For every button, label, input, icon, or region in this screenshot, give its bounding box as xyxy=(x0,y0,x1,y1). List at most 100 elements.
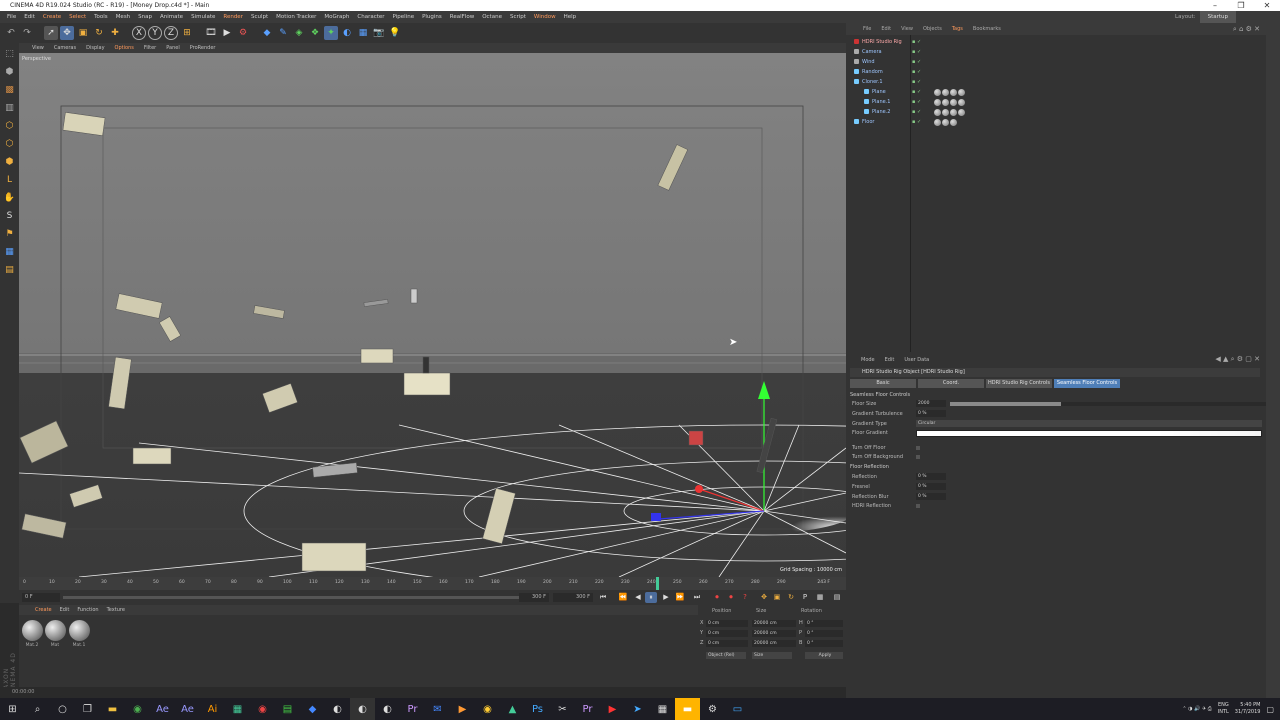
material-tag-icon[interactable] xyxy=(942,89,949,96)
material-menu-texture[interactable]: Texture xyxy=(103,607,129,613)
planar-workplane-icon[interactable]: ▤ xyxy=(3,263,16,276)
object-visibility-flags[interactable]: ▪ ✓ xyxy=(912,68,921,77)
attribute-menu-mode[interactable]: Mode xyxy=(856,357,880,363)
menu-item-snap[interactable]: Snap xyxy=(134,11,156,23)
chrome-alt-icon[interactable]: ◉ xyxy=(475,698,500,720)
tab-basic[interactable]: Basic xyxy=(850,379,916,388)
key-rotation-icon[interactable]: ↻ xyxy=(785,592,797,603)
edges-mode-icon[interactable]: ⬡ xyxy=(3,137,16,150)
object-search-icons[interactable]: ⌕ ⌂ ⚙ ✕ xyxy=(1233,25,1260,34)
viewport-menu-cameras[interactable]: Cameras xyxy=(49,45,81,51)
array-icon[interactable]: ❖ xyxy=(308,26,322,40)
render-picture-viewer-icon[interactable]: ▶ xyxy=(220,26,234,40)
material-tag-icon[interactable] xyxy=(934,99,941,106)
end-frame-field[interactable]: 300 F xyxy=(553,593,593,602)
subdivision-icon[interactable]: ◈ xyxy=(292,26,306,40)
object-menu-tags[interactable]: Tags xyxy=(947,26,968,32)
camera-icon[interactable]: 📷 xyxy=(372,26,386,40)
next-key-icon[interactable]: ⏩ xyxy=(674,592,686,603)
menu-item-realflow[interactable]: RealFlow xyxy=(446,11,478,23)
settings-icon[interactable]: ⚙ xyxy=(700,698,725,720)
object-menu-edit[interactable]: Edit xyxy=(876,26,896,32)
language-indicator[interactable]: ENG INTL xyxy=(1218,702,1229,716)
cinema4d-alt-icon[interactable]: ◐ xyxy=(375,698,400,720)
cinema4d-active-icon[interactable]: ◐ xyxy=(350,698,375,720)
polygons-mode-icon[interactable]: ⬢ xyxy=(3,155,16,168)
outlook-icon[interactable]: ✉ xyxy=(425,698,450,720)
folder-active-icon[interactable]: ▬ xyxy=(675,698,700,720)
layout-selector[interactable]: Layout: Startup xyxy=(1175,11,1236,23)
object-menu-objects[interactable]: Objects xyxy=(918,26,947,32)
viewport-menu-display[interactable]: Display xyxy=(81,45,109,51)
object-tags[interactable] xyxy=(934,99,965,106)
coord-mode-dropdown[interactable]: Object (Rel) xyxy=(706,652,746,659)
material-tag-icon[interactable] xyxy=(942,99,949,106)
search-icon[interactable]: ⌕ xyxy=(25,698,50,720)
material-tag-icon[interactable] xyxy=(934,119,941,126)
clock[interactable]: 5:40 PM 31/7/2019 xyxy=(1235,702,1261,716)
menu-item-script[interactable]: Script xyxy=(506,11,530,23)
chrome-icon[interactable]: ◉ xyxy=(125,698,150,720)
calculator-icon[interactable]: ▦ xyxy=(650,698,675,720)
reflection-blur-field[interactable]: 0 % xyxy=(916,493,946,500)
telegram-icon[interactable]: ➤ xyxy=(625,698,650,720)
previous-key-icon[interactable]: ⏪ xyxy=(617,592,629,603)
menu-item-select[interactable]: Select xyxy=(65,11,90,23)
window-icon[interactable]: ▭ xyxy=(725,698,750,720)
scale-icon[interactable]: ▣ xyxy=(76,26,90,40)
cube-icon[interactable]: ◆ xyxy=(260,26,274,40)
viewport-menu-prorender[interactable]: ProRender xyxy=(185,45,221,51)
workplane-icon[interactable]: ▥ xyxy=(3,101,16,114)
apply-button[interactable]: Apply xyxy=(805,652,843,659)
material-tag-icon[interactable] xyxy=(934,89,941,96)
position-x-field[interactable]: 0 cm xyxy=(706,620,748,627)
rotate-icon[interactable]: ↻ xyxy=(92,26,106,40)
floor-size-field[interactable]: 2000 xyxy=(916,400,946,407)
viewport-perspective[interactable]: Perspective ✥ ⇕ ⟲ ▢ ➤ Grid Spacing : 100… xyxy=(19,53,846,577)
object-tags[interactable] xyxy=(934,109,965,116)
object-visibility-flags[interactable]: ▪ ✓ xyxy=(912,108,921,117)
keyframe-selection-icon[interactable]: ? xyxy=(739,592,751,603)
object-visibility-flags[interactable]: ▪ ✓ xyxy=(912,48,921,57)
live-select-icon[interactable]: ➚ xyxy=(44,26,58,40)
rotation-p-field[interactable]: 0 ° xyxy=(805,630,843,637)
start-frame-field[interactable]: 0 F xyxy=(22,593,60,602)
task-view-icon[interactable]: ❐ xyxy=(75,698,100,720)
object-menu-bookmarks[interactable]: Bookmarks xyxy=(968,26,1006,32)
menu-item-mograph[interactable]: MoGraph xyxy=(320,11,353,23)
timeline-playhead[interactable] xyxy=(656,577,659,590)
reflection-field[interactable]: 0 % xyxy=(916,473,946,480)
size-z-field[interactable]: 20000 cm xyxy=(752,640,796,647)
key-scale-icon[interactable]: ▣ xyxy=(771,592,783,603)
z-axis-icon[interactable]: Z xyxy=(164,26,178,40)
illustrator-icon[interactable]: Ai xyxy=(200,698,225,720)
light-icon[interactable]: 💡 xyxy=(388,26,402,40)
turn-off-floor-checkbox[interactable] xyxy=(916,446,920,450)
object-menu-view[interactable]: View xyxy=(896,26,918,32)
make-editable-icon[interactable]: ⬚ xyxy=(3,47,16,60)
pause-icon[interactable]: ⏸ xyxy=(645,592,657,603)
menu-item-window[interactable]: Window xyxy=(530,11,560,23)
app-icon[interactable]: ▦ xyxy=(225,698,250,720)
timeline-ruler[interactable]: 243 F 0 10 20 30 40 50 60 70 80 90 100 110 120 130 140… xyxy=(19,577,846,590)
notification-icon[interactable]: ▢ xyxy=(1266,705,1274,714)
menu-item-edit[interactable]: Edit xyxy=(20,11,39,23)
start-icon[interactable]: ⊞ xyxy=(0,698,25,720)
object-row[interactable]: Camera xyxy=(854,48,882,57)
media-icon[interactable]: ◆ xyxy=(300,698,325,720)
file-explorer-icon[interactable]: ▬ xyxy=(100,698,125,720)
undo-icon[interactable]: ↶ xyxy=(4,26,18,40)
environment-icon[interactable]: ◐ xyxy=(340,26,354,40)
after-effects-icon[interactable]: Ae xyxy=(150,698,175,720)
key-position-icon[interactable]: ✥ xyxy=(758,592,770,603)
capture-icon[interactable]: ✂ xyxy=(550,698,575,720)
size-mode-dropdown[interactable]: Size xyxy=(752,652,792,659)
viewport-menu-filter[interactable]: Filter xyxy=(139,45,161,51)
photoshop-icon[interactable]: Ps xyxy=(525,698,550,720)
menu-item-character[interactable]: Character xyxy=(353,11,388,23)
workplane-grid-icon[interactable]: ▦ xyxy=(3,245,16,258)
menu-item-pipeline[interactable]: Pipeline xyxy=(389,11,419,23)
previous-frame-icon[interactable]: ◀ xyxy=(632,592,644,603)
viewport-menu-options[interactable]: Options xyxy=(110,45,139,51)
right-tab-strip[interactable] xyxy=(1266,23,1280,698)
